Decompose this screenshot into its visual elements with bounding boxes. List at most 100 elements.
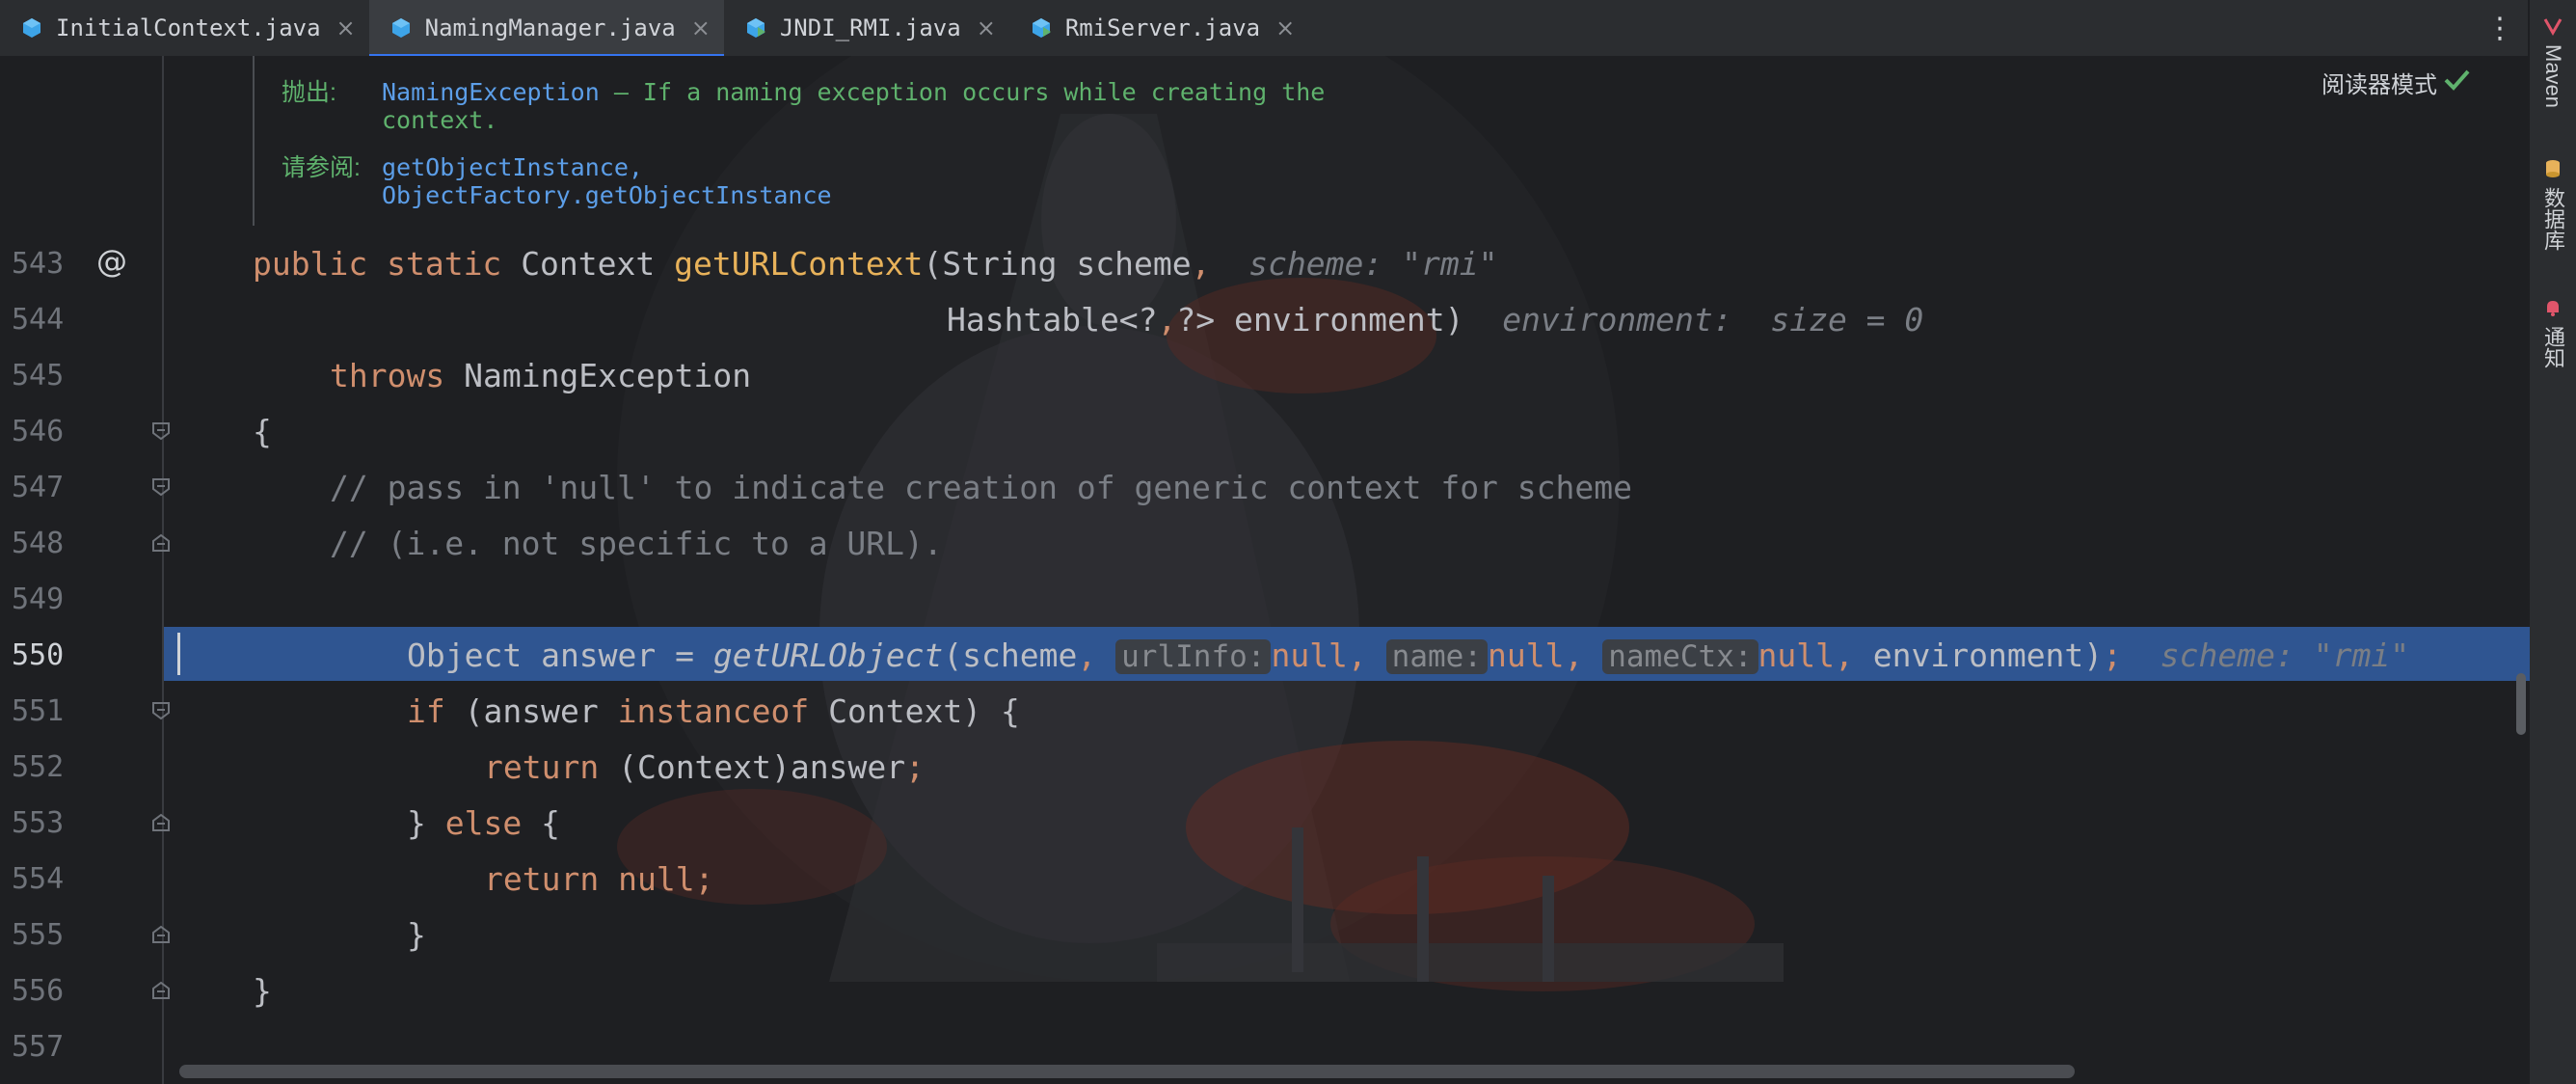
fold-end-icon[interactable]: [150, 924, 172, 945]
brace: }: [407, 916, 426, 954]
javadoc-throws-link[interactable]: NamingException: [382, 78, 600, 106]
line-number: 549: [12, 583, 65, 616]
notifications-label: 通知: [2541, 326, 2565, 368]
param-type: Hashtable<?: [947, 301, 1158, 339]
javadoc-throws-row-2: context.: [382, 106, 497, 135]
keyword: return: [484, 860, 600, 898]
javadoc-throws-text-2: context.: [382, 106, 498, 134]
javadoc-throws-label: 抛出:: [282, 79, 336, 106]
maven-tool-button[interactable]: Maven: [2536, 15, 2570, 108]
keyword: public: [253, 245, 368, 283]
javadoc-see-row: 请参阅: getObjectInstance,: [282, 149, 643, 183]
fold-start-icon[interactable]: [150, 420, 172, 442]
horizontal-scrollbar[interactable]: [179, 1065, 2075, 1078]
brace: {: [253, 413, 272, 450]
close-icon[interactable]: ×: [691, 14, 711, 41]
line-number: 545: [12, 359, 65, 393]
javadoc-see-link-1[interactable]: getObjectInstance,: [382, 153, 643, 181]
tab-initialcontext[interactable]: InitialContext.java ×: [0, 0, 369, 56]
semicolon: ;: [694, 860, 714, 898]
null-literal: null,: [1488, 637, 1584, 674]
comma: ,: [1077, 637, 1097, 674]
expr: (answer: [464, 692, 618, 730]
java-runnable-class-icon: [1031, 17, 1052, 39]
parameter-name-hint: name:: [1385, 639, 1488, 674]
tab-label: JNDI_RMI.java: [779, 14, 961, 41]
reader-mode-button[interactable]: 阅读器模式: [2321, 66, 2437, 99]
debug-value-hint: scheme: "rmi": [2160, 637, 2410, 674]
notifications-tool-button[interactable]: 通知: [2536, 297, 2570, 368]
semicolon: ;: [905, 748, 925, 786]
code-line-546[interactable]: {: [253, 413, 272, 450]
keyword: else: [444, 804, 523, 842]
type-name: Context: [521, 245, 656, 283]
override-annotation-icon[interactable]: @: [96, 245, 129, 278]
close-icon[interactable]: ×: [336, 14, 356, 41]
code-line-553[interactable]: } else {: [407, 804, 560, 842]
code-line-544[interactable]: Hashtable<?,?> environment) environment:…: [947, 301, 1923, 339]
maven-label: Maven: [2541, 44, 2565, 109]
tab-rmiserver[interactable]: RmiServer.java ×: [1009, 0, 1308, 56]
keyword: instanceof: [617, 692, 810, 730]
code-line-554[interactable]: return null;: [484, 860, 713, 898]
close-icon[interactable]: ×: [1275, 14, 1295, 41]
brace: }: [253, 972, 272, 1010]
comment: // (i.e. not specific to a URL).: [330, 525, 943, 562]
line-number: 557: [12, 1030, 65, 1064]
java-class-icon: [390, 17, 412, 39]
more-options-icon[interactable]: ⋮: [2485, 10, 2514, 48]
javadoc-see-label: 请参阅:: [282, 154, 361, 181]
code-line-548[interactable]: // (i.e. not specific to a URL).: [330, 525, 943, 562]
code-line-551[interactable]: if (answer instanceof Context) {: [407, 692, 1020, 730]
rendered-javadoc: 抛出: NamingException – If a naming excepti…: [253, 56, 2086, 226]
keyword: return: [484, 748, 600, 786]
code-line-550[interactable]: Object answer = getURLObject(scheme, url…: [407, 637, 2409, 674]
code-line-556[interactable]: }: [253, 972, 272, 1010]
fold-end-icon[interactable]: [150, 980, 172, 1001]
arg: (scheme: [943, 637, 1078, 674]
line-number: 554: [12, 862, 65, 896]
code-editor[interactable]: 抛出: NamingException – If a naming excepti…: [0, 56, 2530, 1084]
line-number: 544: [12, 303, 65, 337]
parameter-name-hint: nameCtx:: [1602, 639, 1758, 674]
comment: // pass in 'null' to indicate creation o…: [330, 469, 1633, 506]
line-number: 548: [12, 527, 65, 560]
tab-label: InitialContext.java: [56, 14, 321, 41]
tab-label: NamingManager.java: [424, 14, 676, 41]
javadoc-see-row-2: ObjectFactory.getObjectInstance: [382, 181, 832, 210]
current-line-number: 550: [12, 638, 65, 672]
close-icon[interactable]: ×: [977, 14, 996, 41]
null-literal: null: [599, 860, 695, 898]
code-line-543[interactable]: public static Context getURLContext(Stri…: [253, 245, 1497, 283]
line-number: 546: [12, 415, 65, 448]
javadoc-throws-row: 抛出: NamingException – If a naming excepti…: [282, 73, 1325, 108]
javadoc-throws-text: – If a naming exception occurs while cre…: [599, 78, 1326, 106]
notification-icon: [2547, 301, 2559, 316]
expr: (Context)answer: [599, 748, 906, 786]
editor-tab-bar: InitialContext.java × NamingManager.java…: [0, 0, 2530, 58]
code-line-547[interactable]: // pass in 'null' to indicate creation o…: [330, 469, 1632, 506]
tab-label: RmiServer.java: [1064, 14, 1261, 41]
javadoc-see-link-2[interactable]: ObjectFactory.getObjectInstance: [382, 181, 832, 209]
fold-start-icon[interactable]: [150, 700, 172, 721]
code-line-552[interactable]: return (Context)answer;: [484, 748, 925, 786]
brace: {: [522, 804, 560, 842]
vertical-scrollbar[interactable]: [2516, 673, 2526, 735]
fold-start-icon[interactable]: [150, 476, 172, 498]
tab-namingmanager[interactable]: NamingManager.java ×: [368, 0, 725, 58]
method-call: getURLObject: [712, 637, 944, 674]
null-literal: null,: [1758, 637, 1854, 674]
exception-type: NamingException: [464, 357, 752, 394]
comma: ,: [1191, 245, 1211, 283]
tab-jndi-rmi[interactable]: JNDI_RMI.java ×: [724, 0, 1009, 56]
code-line-545[interactable]: throws NamingException: [330, 357, 751, 394]
maven-icon: [2543, 18, 2563, 37]
database-tool-button[interactable]: 数据库: [2536, 158, 2570, 251]
fold-end-icon[interactable]: [150, 532, 172, 554]
fold-end-icon[interactable]: [150, 812, 172, 833]
brace: }: [407, 804, 445, 842]
line-number: 556: [12, 974, 65, 1008]
line-number: 547: [12, 471, 65, 504]
code-line-555[interactable]: }: [407, 916, 426, 954]
inspection-ok-icon[interactable]: [2441, 64, 2472, 95]
